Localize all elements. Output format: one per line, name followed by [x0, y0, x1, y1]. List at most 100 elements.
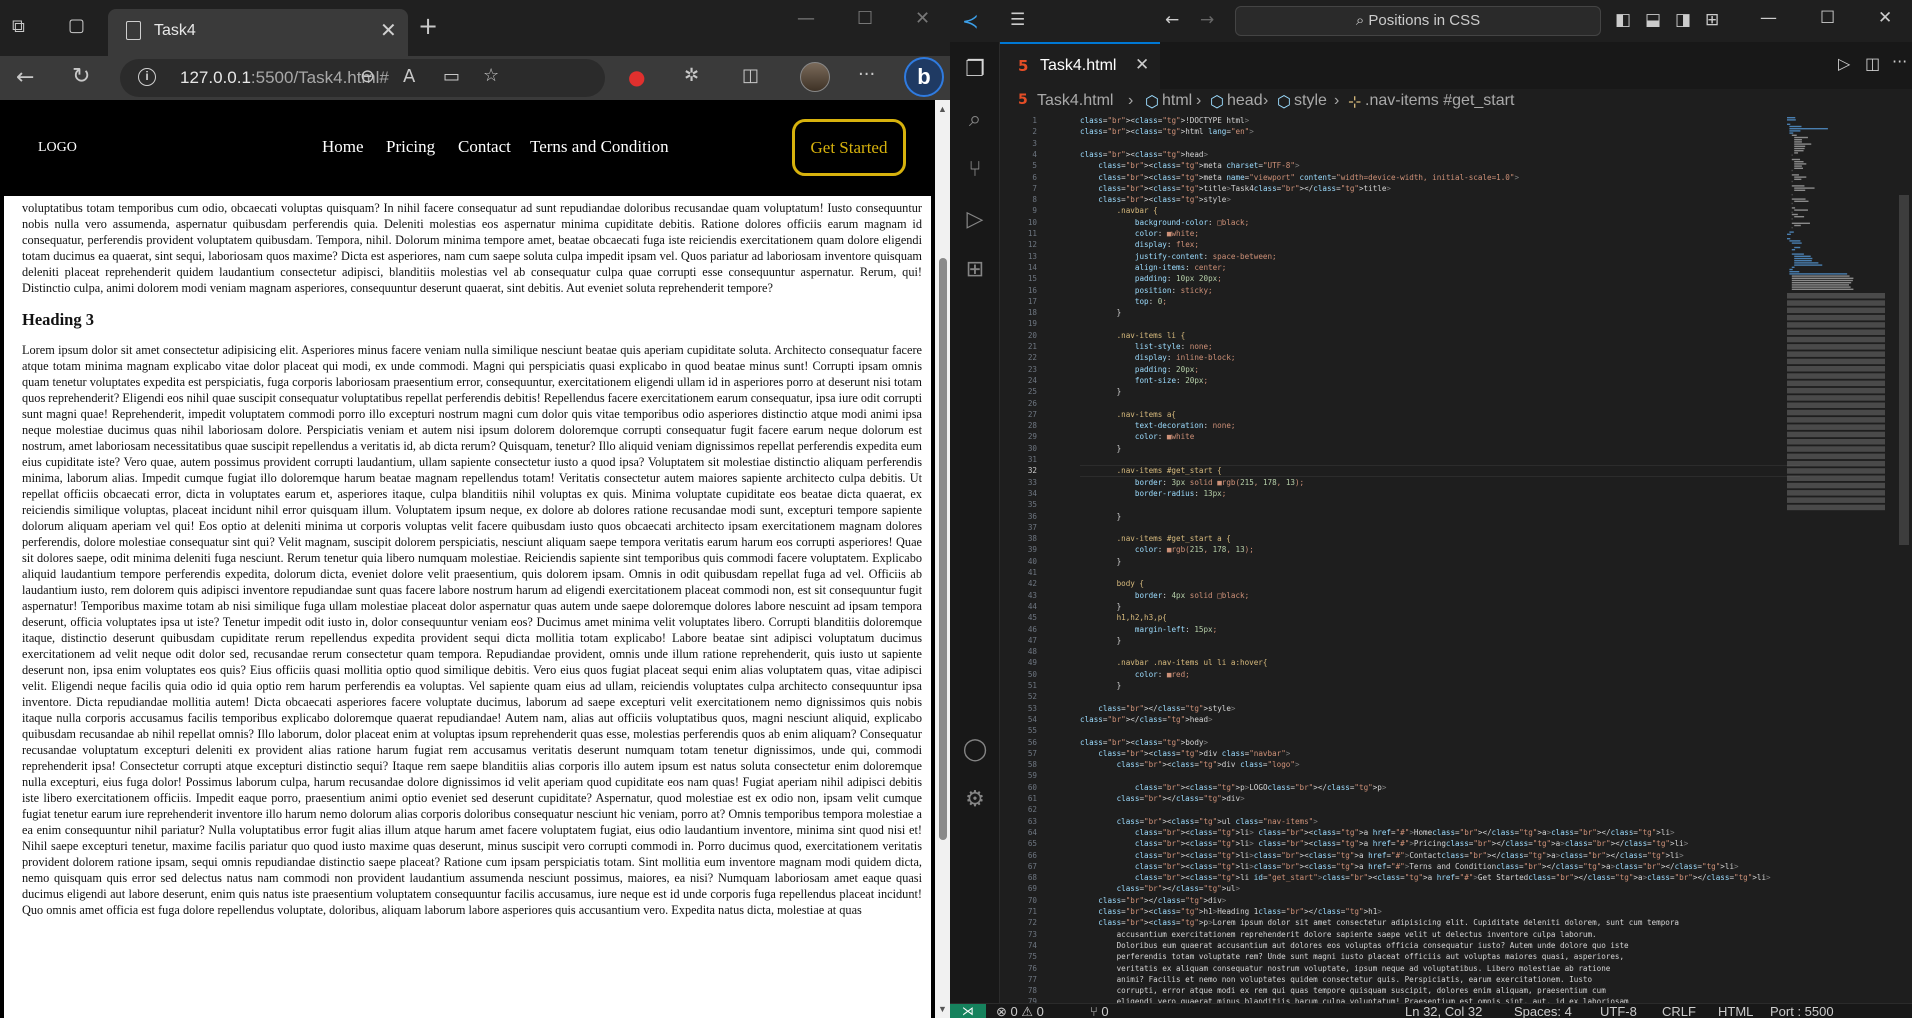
read-aloud-icon[interactable]: A	[403, 68, 415, 86]
code-line[interactable]: 6 class="br"><class="tg">meta name="view…	[1000, 172, 1800, 183]
favorite-icon[interactable]: ☆	[483, 67, 499, 85]
language-mode[interactable]: HTML	[1718, 1004, 1753, 1018]
code-line[interactable]: 43 border: 4px solid □black;	[1000, 590, 1800, 601]
minimap[interactable]	[1785, 115, 1895, 535]
code-line[interactable]: 58 class="br"><class="tg">div class="log…	[1000, 759, 1800, 770]
run-icon[interactable]: ▷	[1838, 54, 1850, 73]
code-line[interactable]: 28 text-decoration: none;	[1000, 420, 1800, 431]
code-line[interactable]: 53 class="br"></class="tg">style>	[1000, 703, 1800, 714]
scroll-thumb[interactable]	[1899, 195, 1909, 545]
code-line[interactable]: 74 Doloribus eum quaerat accusantium aut…	[1000, 940, 1800, 951]
code-line[interactable]: 13 justify-content: space-between;	[1000, 251, 1800, 262]
search-icon[interactable]: ⌕	[962, 107, 988, 133]
breadcrumb-style[interactable]: style	[1294, 92, 1327, 110]
code-line[interactable]: 5 class="br"><class="tg">meta charset="U…	[1000, 160, 1800, 171]
command-center[interactable]: ⌕ Positions in CSS	[1235, 6, 1601, 36]
ports-status[interactable]: ⑂ 0	[1090, 1004, 1109, 1018]
code-line[interactable]: 48	[1000, 646, 1800, 657]
copilot-icon[interactable]: b	[904, 57, 944, 97]
extensions-icon[interactable]: ⊞	[962, 257, 988, 283]
code-line[interactable]: 22 display: inline-block;	[1000, 352, 1800, 363]
code-line[interactable]: 19	[1000, 318, 1800, 329]
explorer-icon[interactable]: ❐	[962, 57, 988, 83]
page-scrollbar[interactable]: ▲ ▼	[935, 100, 950, 1018]
code-line[interactable]: 69 class="br"></class="tg">ul>	[1000, 883, 1800, 894]
code-line[interactable]: 12 display: flex;	[1000, 239, 1800, 250]
code-line[interactable]: 1 class="br"><class="tg">!DOCTYPE html>	[1000, 115, 1800, 126]
split-editor-icon[interactable]: ◫	[1865, 54, 1880, 73]
code-line[interactable]: 78 corrupti, error atque modi ex rem qui…	[1000, 985, 1800, 996]
code-line[interactable]: 46 margin-left: 15px;	[1000, 624, 1800, 635]
code-line[interactable]: 35	[1000, 499, 1800, 510]
toggle-secondary-sidebar-icon[interactable]: ◨	[1675, 10, 1691, 30]
code-line[interactable]: 23 padding: 20px;	[1000, 364, 1800, 375]
code-line[interactable]: 31	[1000, 454, 1800, 465]
code-line[interactable]: 54 class="br"></class="tg">head>	[1000, 714, 1800, 725]
code-line[interactable]: 73 accusantium exercitationem reprehende…	[1000, 929, 1800, 940]
maximize-icon[interactable]: ☐	[857, 10, 873, 28]
code-line[interactable]: 71 class="br"><class="tg">h1>Heading 1cl…	[1000, 906, 1800, 917]
workspaces-icon[interactable]: ⧉	[12, 18, 25, 36]
extensions-icon[interactable]: ✲	[684, 67, 699, 85]
nav-contact[interactable]: Contact	[458, 137, 511, 157]
more-icon[interactable]: ···	[858, 66, 875, 84]
code-line[interactable]: 57 class="br"><class="tg">div class="nav…	[1000, 748, 1800, 759]
nav-home[interactable]: Home	[322, 137, 364, 157]
code-line[interactable]: 39 color: ■rgb(215, 178, 13);	[1000, 544, 1800, 555]
zoom-icon[interactable]: ⊖	[360, 68, 375, 86]
code-line[interactable]: 79 eligendi vero quaerat minus blanditii…	[1000, 996, 1800, 1003]
code-line[interactable]: 34 border-radius: 13px;	[1000, 488, 1800, 499]
settings-gear-icon[interactable]: ⚙	[962, 787, 988, 813]
url-text[interactable]: 127.0.0.1:5500/Task4.html#	[180, 68, 389, 88]
site-info-icon[interactable]: i	[138, 68, 156, 86]
immersive-reader-icon[interactable]: ▭	[443, 68, 460, 86]
new-tab-icon[interactable]: +	[418, 14, 438, 38]
code-line[interactable]: 15 padding: 10px 20px;	[1000, 273, 1800, 284]
close-window-icon[interactable]: ✕	[1878, 8, 1892, 28]
live-server-port[interactable]: Port : 5500	[1770, 1004, 1834, 1018]
code-line[interactable]: 20 .nav-items li {	[1000, 330, 1800, 341]
remote-icon[interactable]: ⋊	[950, 1004, 986, 1018]
breadcrumb-head[interactable]: head	[1227, 92, 1263, 110]
breadcrumb-file[interactable]: Task4.html	[1037, 92, 1113, 110]
code-line[interactable]: 60 class="br"><class="tg">p>LOGOclass="b…	[1000, 782, 1800, 793]
code-line[interactable]: 14 align-items: center;	[1000, 262, 1800, 273]
maximize-icon[interactable]: ☐	[1820, 8, 1835, 28]
code-line[interactable]: 65 class="br"><class="tg">li> class="br"…	[1000, 838, 1800, 849]
source-control-icon[interactable]: ⑂	[962, 157, 988, 183]
profile-avatar[interactable]	[800, 62, 830, 92]
code-line[interactable]: 11 color: ■white;	[1000, 228, 1800, 239]
code-line[interactable]: 44 }	[1000, 601, 1800, 612]
code-line[interactable]: 55	[1000, 725, 1800, 736]
code-line[interactable]: 7 class="br"><class="tg">title>Task4clas…	[1000, 183, 1800, 194]
toggle-panel-icon[interactable]: ⬓	[1645, 10, 1661, 30]
tab-task4-html[interactable]: 5 Task4.html ✕	[1000, 42, 1160, 89]
code-line[interactable]: 4 class="br"><class="tg">head>	[1000, 149, 1800, 160]
close-window-icon[interactable]: ✕	[915, 10, 930, 28]
code-line[interactable]: 47 }	[1000, 635, 1800, 646]
code-line[interactable]: 64 class="br"><class="tg">li> class="br"…	[1000, 827, 1800, 838]
encoding[interactable]: UTF-8	[1600, 1004, 1637, 1018]
code-line[interactable]: 17 top: 0;	[1000, 296, 1800, 307]
editor-scrollbar[interactable]	[1897, 115, 1911, 1003]
code-line[interactable]: 45 h1,h2,h3,p{	[1000, 612, 1800, 623]
breadcrumb-selector[interactable]: .nav-items #get_start	[1365, 92, 1514, 110]
code-line[interactable]: 66 class="br"><class="tg">li>class="br">…	[1000, 850, 1800, 861]
code-line[interactable]: 8 class="br"><class="tg">style>	[1000, 194, 1800, 205]
code-line[interactable]: 76 veritatis ex aliquam consequatur nost…	[1000, 963, 1800, 974]
code-line[interactable]: 63 class="br"><class="tg">ul class="nav-…	[1000, 816, 1800, 827]
code-line[interactable]: 24 font-size: 20px;	[1000, 375, 1800, 386]
close-tab-icon[interactable]: ✕	[380, 18, 397, 42]
minimize-icon[interactable]: —	[1760, 8, 1777, 28]
split-screen-icon[interactable]: ◫	[742, 67, 759, 85]
nav-pricing[interactable]: Pricing	[386, 137, 435, 157]
code-line[interactable]: 61 class="br"></class="tg">div>	[1000, 793, 1800, 804]
breadcrumb-html[interactable]: html	[1162, 92, 1192, 110]
code-line[interactable]: 18 }	[1000, 307, 1800, 318]
code-line[interactable]: 36 }	[1000, 511, 1800, 522]
line-endings[interactable]: CRLF	[1662, 1004, 1696, 1018]
code-line[interactable]: 21 list-style: none;	[1000, 341, 1800, 352]
scroll-thumb[interactable]	[939, 258, 947, 840]
code-line[interactable]: 77 animi? Facilis et nemo non voluptates…	[1000, 974, 1800, 985]
code-line[interactable]: 40 }	[1000, 556, 1800, 567]
